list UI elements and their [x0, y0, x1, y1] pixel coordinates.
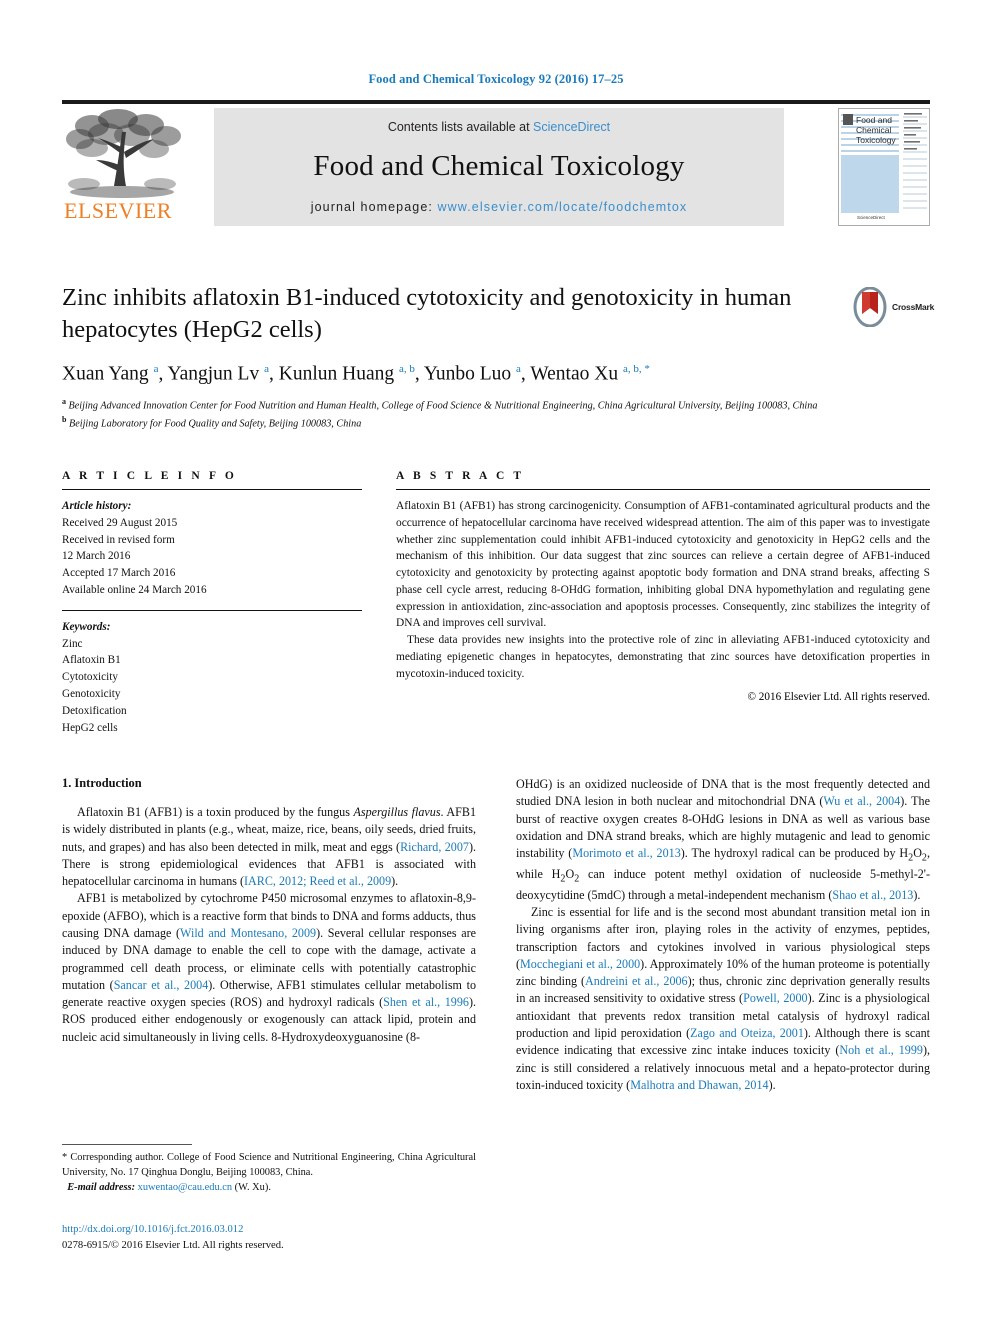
article-info-rule [62, 489, 362, 490]
sciencedirect-link[interactable]: ScienceDirect [533, 120, 610, 134]
section-title-introduction: 1. Introduction [62, 776, 142, 790]
affiliation-a-text: Beijing Advanced Innovation Center for F… [68, 400, 818, 412]
journal-homepage-link[interactable]: www.elsevier.com/locate/foodchemtox [438, 200, 688, 214]
history-item: Accepted 17 March 2016 [62, 567, 176, 580]
email-owner: (W. Xu). [234, 1182, 271, 1194]
elsevier-wordmark: ELSEVIER [64, 198, 172, 223]
article-info-heading: A R T I C L E I N F O [62, 470, 237, 482]
crossmark-label: CrossMark [892, 302, 935, 312]
body-paragraph: OHdG) is an oxidized nucleoside of DNA t… [516, 777, 930, 902]
abstract-paragraph: These data provides new insights into th… [396, 634, 930, 680]
svg-text:Chemical: Chemical [856, 125, 892, 135]
keyword-item: Detoxification [62, 704, 127, 717]
journal-homepage-line: journal homepage: www.elsevier.com/locat… [214, 200, 784, 214]
author-list: Xuan Yang a, Yangjun Lv a, Kunlun Huang … [62, 362, 650, 385]
history-item: 12 March 2016 [62, 550, 131, 563]
crossmark-badge[interactable]: CrossMark [852, 286, 944, 328]
body-paragraph: Zinc is essential for life and is the se… [516, 905, 930, 1092]
corresponding-author-note: * Corresponding author. College of Food … [62, 1152, 476, 1179]
cover-artwork-icon: Food and Chemical Toxicology ScienceDire… [839, 109, 929, 225]
keyword-item: Genotoxicity [62, 687, 121, 700]
abstract-paragraph: Aflatoxin B1 (AFB1) has strong carcinoge… [396, 500, 930, 630]
history-item: Available online 24 March 2016 [62, 583, 207, 596]
abstract-copyright: © 2016 Elsevier Ltd. All rights reserved… [747, 691, 931, 704]
issn-copyright-line: 0278-6915/© 2016 Elsevier Ltd. All right… [62, 1239, 284, 1251]
journal-cover-thumbnail: Food and Chemical Toxicology ScienceDire… [838, 108, 930, 226]
abstract-body: Aflatoxin B1 (AFB1) has strong carcinoge… [396, 498, 930, 682]
email-note: E-mail address: xuwentao@cau.edu.cn (W. … [62, 1180, 476, 1195]
email-link[interactable]: xuwentao@cau.edu.cn [138, 1182, 232, 1193]
abstract-rule [396, 489, 930, 490]
affiliation-a: a Beijing Advanced Innovation Center for… [62, 397, 818, 412]
article-info-column: A R T I C L E I N F O Article history: R… [62, 470, 362, 736]
article-history-group: Article history: Received 29 August 2015… [62, 498, 362, 599]
keyword-item: HepG2 cells [62, 721, 118, 734]
article-info-separator [62, 609, 362, 611]
keyword-item: Aflatoxin B1 [62, 654, 121, 667]
keywords-group: Keywords: Zinc Aflatoxin B1 Cytotoxicity… [62, 619, 362, 737]
elsevier-tree-icon [66, 109, 181, 198]
footnote-block: * Corresponding author. College of Food … [62, 1150, 476, 1195]
body-left-column: 1. Introduction Aflatoxin B1 (AFB1) is a… [62, 776, 476, 1046]
abstract-heading: A B S T R A C T [396, 470, 525, 482]
affiliation-list: a Beijing Advanced Innovation Center for… [62, 396, 852, 431]
svg-text:ScienceDirect: ScienceDirect [857, 215, 886, 220]
article-history-label: Article history: [62, 500, 132, 512]
keyword-item: Zinc [62, 637, 83, 650]
title-block: Zinc inhibits aflatoxin B1-induced cytot… [62, 282, 852, 432]
journal-masthead: ELSEVIER Contents lists available at Sci… [62, 100, 930, 226]
svg-text:Food and: Food and [856, 115, 892, 125]
footnote-rule [62, 1144, 192, 1145]
masthead-top-rule [62, 100, 930, 104]
abstract-column: A B S T R A C T Aflatoxin B1 (AFB1) has … [396, 470, 930, 703]
running-head: Food and Chemical Toxicology 92 (2016) 1… [368, 72, 624, 86]
doi-link[interactable]: http://dx.doi.org/10.1016/j.fct.2016.03.… [62, 1222, 562, 1238]
history-item: Received 29 August 2015 [62, 516, 178, 529]
email-address-label: E-mail address: [67, 1182, 136, 1194]
paper-page: Food and Chemical Toxicology 92 (2016) 1… [0, 0, 992, 1323]
keywords-label: Keywords: [62, 620, 111, 633]
body-right-column: OHdG) is an oxidized nucleoside of DNA t… [516, 776, 930, 1094]
body-paragraph: AFB1 is metabolized by cytochrome P450 m… [62, 891, 476, 1044]
doi-block: http://dx.doi.org/10.1016/j.fct.2016.03.… [62, 1222, 562, 1254]
keyword-item: Cytotoxicity [62, 671, 118, 684]
body-paragraph: Aflatoxin B1 (AFB1) is a toxin produced … [62, 805, 477, 889]
history-item: Received in revised form [62, 533, 175, 546]
contents-prefix: Contents lists available at [387, 120, 534, 134]
svg-text:Toxicology: Toxicology [856, 135, 896, 145]
contents-available-line: Contents lists available at ScienceDirec… [214, 120, 784, 134]
journal-title: Food and Chemical Toxicology [313, 150, 685, 182]
affiliation-b-text: Beijing Laboratory for Food Quality and … [69, 418, 362, 430]
crossmark-icon [853, 287, 887, 327]
page-title: Zinc inhibits aflatoxin B1-induced cytot… [62, 284, 792, 344]
homepage-prefix: journal homepage: [310, 200, 438, 214]
affiliation-b: b Beijing Laboratory for Food Quality an… [62, 414, 362, 430]
elsevier-logo: ELSEVIER [62, 108, 202, 226]
masthead-banner: Contents lists available at ScienceDirec… [214, 108, 784, 226]
